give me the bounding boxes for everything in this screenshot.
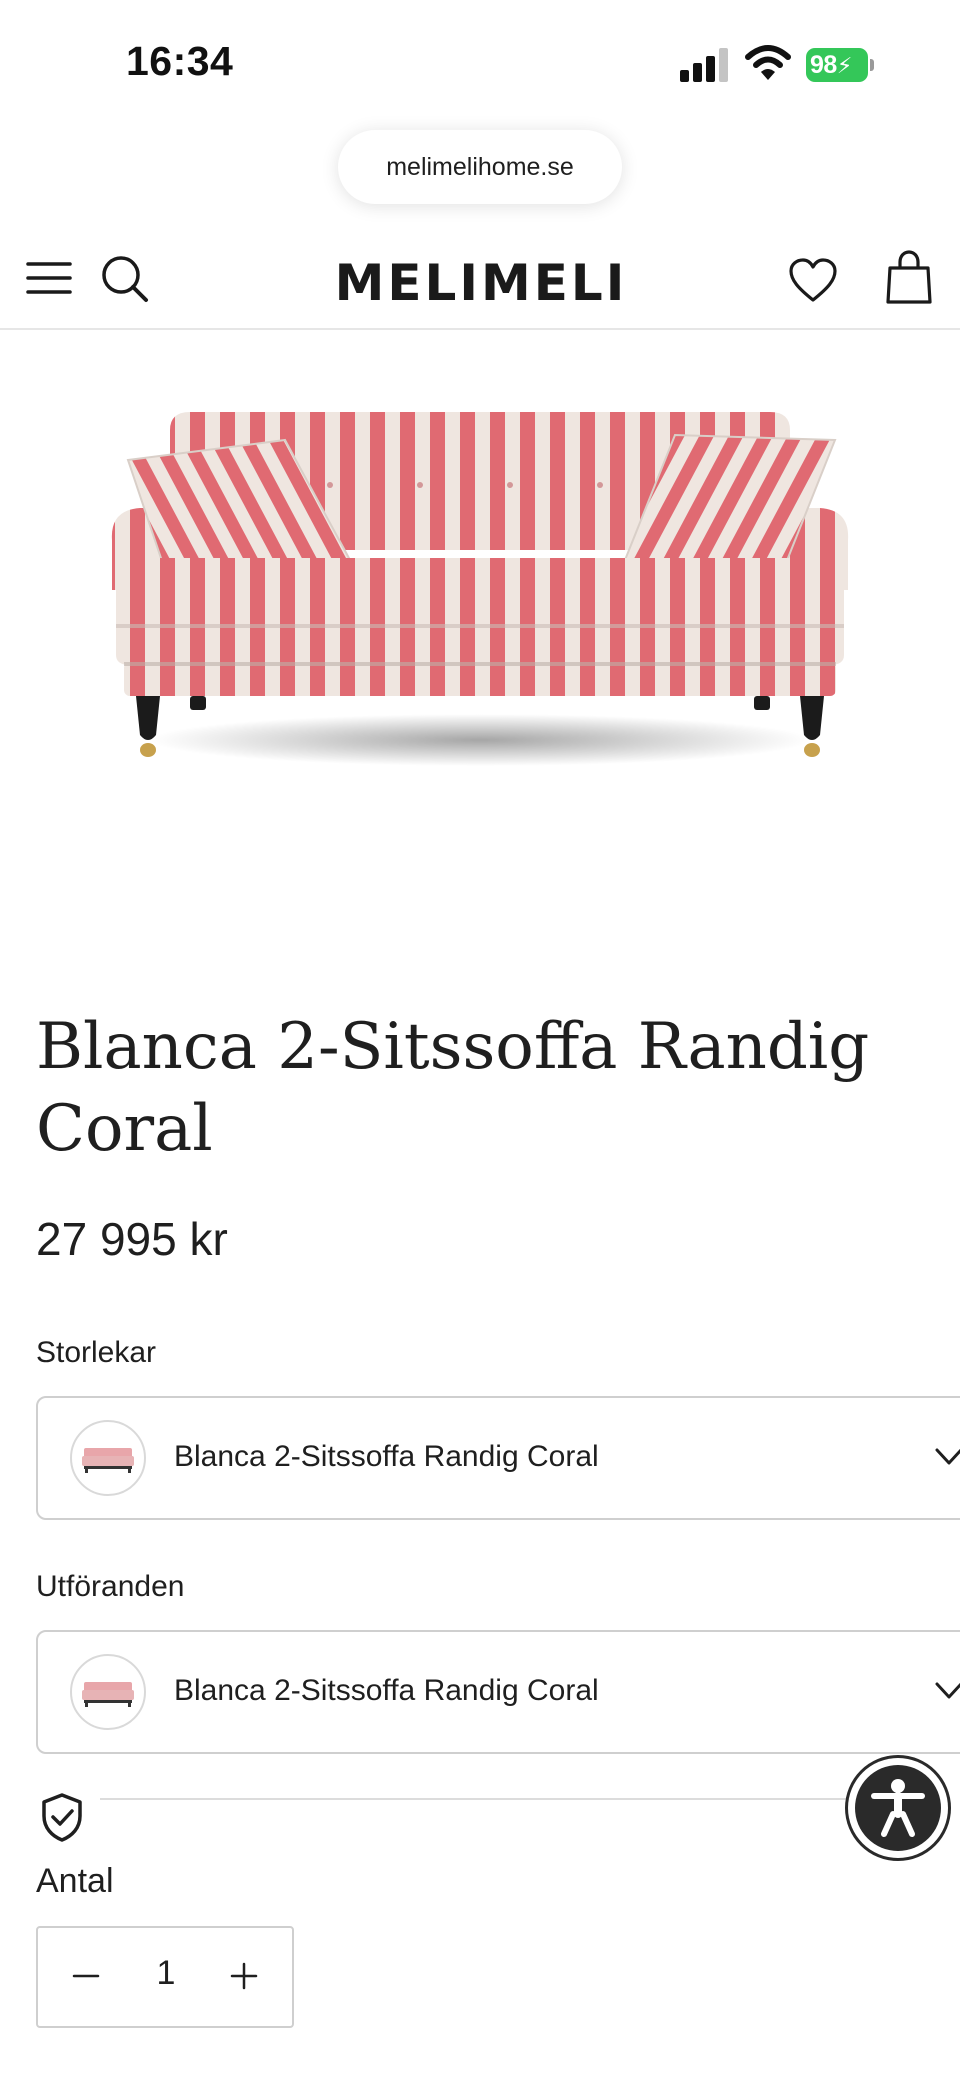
product-price: 27 995 kr <box>36 1213 228 1265</box>
search-icon[interactable] <box>100 254 150 304</box>
sofa-thumbnail <box>70 1654 146 1730</box>
shield-check-icon <box>42 1793 82 1842</box>
variants-selected-value: Blanca 2-Sitssoffa Randig Coral <box>174 1674 599 1707</box>
cellular-signal-icon <box>680 48 728 82</box>
battery-level: 98⚡ <box>806 48 868 82</box>
accessibility-icon <box>871 1779 925 1837</box>
chevron-down-icon <box>935 1682 960 1699</box>
variants-label: Utföranden <box>36 1570 185 1603</box>
status-bar: 16:34 98⚡ <box>0 0 960 120</box>
variants-select[interactable]: Blanca 2-Sitssoffa Randig Coral <box>36 1630 960 1754</box>
sizes-selected-value: Blanca 2-Sitssoffa Randig Coral <box>174 1440 599 1473</box>
url-bar[interactable]: melimelihome.se <box>338 130 622 204</box>
status-time: 16:34 <box>126 38 234 84</box>
accessibility-button[interactable] <box>848 1758 948 1858</box>
product-title: Blanca 2-Sitssoffa Randig Coral <box>36 1010 870 1166</box>
site-logo[interactable]: MELIMELI <box>326 254 636 312</box>
heart-icon[interactable] <box>788 258 838 304</box>
sizes-label: Storlekar <box>36 1336 157 1369</box>
site-header: MELIMELI <box>0 230 960 330</box>
quantity-label: Antal <box>36 1862 114 1900</box>
divider <box>100 1798 860 1800</box>
chevron-down-icon <box>935 1448 960 1465</box>
quantity-value[interactable]: 1 <box>138 1954 194 1993</box>
minus-button[interactable] <box>68 1958 104 1994</box>
product-image-sofa[interactable] <box>100 400 860 780</box>
shopping-bag-icon[interactable] <box>886 250 932 304</box>
plus-button[interactable] <box>226 1958 262 1994</box>
sizes-select[interactable]: Blanca 2-Sitssoffa Randig Coral <box>36 1396 960 1520</box>
wifi-icon <box>745 45 791 80</box>
menu-icon[interactable] <box>26 258 72 298</box>
quantity-stepper: 1 <box>36 1926 294 2028</box>
sofa-thumbnail <box>70 1420 146 1496</box>
battery-charging-icon: 98⚡ <box>806 48 874 82</box>
